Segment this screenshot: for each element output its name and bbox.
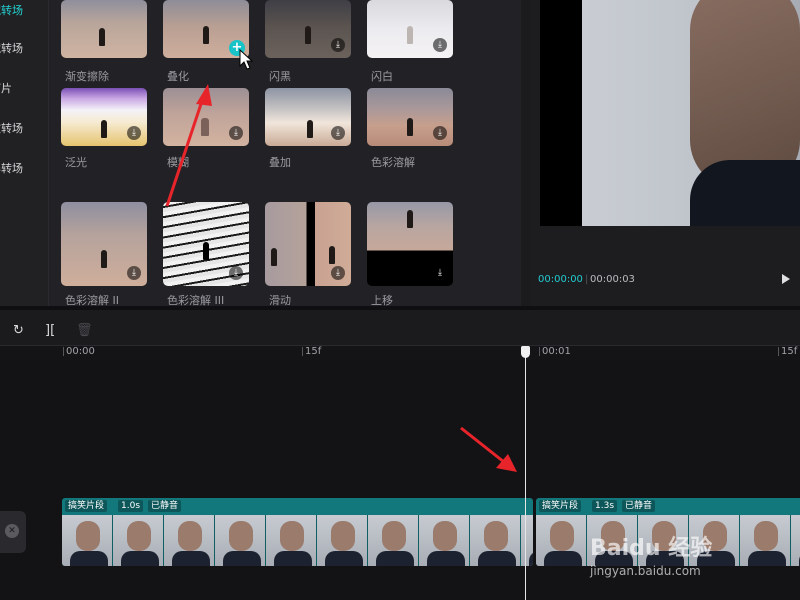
transition-thumbnail [61,0,147,58]
ruler-tick: 15f [777,346,798,357]
transition-label: 渐变擦除 [65,70,109,83]
download-icon[interactable]: ⤓ [331,266,345,280]
ruler-tick: 00:01 [539,346,571,357]
download-icon[interactable]: ⤓ [229,126,243,140]
download-icon[interactable]: ⤓ [433,38,447,52]
transition-label: 泛光 [65,156,87,169]
transition-thumbnail: ⤓ [163,202,249,286]
download-icon[interactable]: ⤓ [229,266,243,280]
preview-panel [530,0,800,306]
clip-name: 搞笑片段 [65,500,108,512]
transition-card[interactable]: ⤓ 叠加 [265,88,351,169]
transition-thumbnail: ⤓ [61,88,147,146]
playhead-handle[interactable] [521,346,530,358]
ruler-tick: 15f [301,346,322,357]
watermark-url: jingyan.baidu.com [590,564,701,578]
sidebar-item-category-2[interactable]: 镜转场 [0,40,48,56]
download-icon[interactable]: ⤓ [127,266,141,280]
transition-label: 上移 [371,294,393,306]
transition-thumbnail: ⤓ [265,88,351,146]
transition-card[interactable]: ⤓ 上移 [367,202,453,306]
video-preview [540,0,800,226]
transition-thumbnail: ⤓ [265,0,351,58]
transition-thumbnail: ⤓ [367,88,453,146]
download-icon[interactable]: ⤓ [127,126,141,140]
transition-label: 滑动 [269,294,291,306]
mute-icon: ✕ [5,524,19,538]
clip-mute-status: 已静音 [622,500,656,512]
clip-mute-status: 已静音 [148,500,182,512]
transition-card[interactable]: + 叠化 [163,0,249,83]
current-timecode: 00:00:00 [538,274,583,285]
transition-label: 色彩溶解 III [167,294,225,306]
timeline-toolbar: ↻ ][ 🗑 [0,306,800,346]
redo-icon[interactable]: ↻ [13,323,24,338]
timecode-separator: | [585,274,589,285]
transition-card[interactable]: ⤓ 滑动 [265,202,351,306]
play-icon[interactable] [782,274,790,284]
playhead-line[interactable] [525,346,526,600]
transition-label: 模糊 [167,156,189,169]
delete-icon[interactable]: 🗑 [76,323,93,338]
track-mute-toggle[interactable]: ✕ [0,511,26,553]
transition-label: 色彩溶解 [371,156,415,169]
transition-thumbnail: ⤓ [367,202,453,286]
transition-grid: 渐变擦除 + 叠化 ⤓ 闪黑 ⤓ 闪白 ⤓ 泛光 ⤓ 模糊 ⤓ 叠加 ⤓ 色彩溶… [49,0,521,306]
sidebar-item-category-4[interactable]: 故转场 [0,120,48,136]
video-clip[interactable]: 搞笑片段 1.0s 已静音 [62,498,533,566]
transition-thumbnail: ⤓ [61,202,147,286]
sidebar-item-category-5[interactable]: 屏转场 [0,160,48,176]
transition-card[interactable]: ⤓ 模糊 [163,88,249,169]
duration-timecode: 00:00:03 [590,274,635,285]
transition-card[interactable]: ⤓ 闪白 [367,0,453,83]
transition-label: 叠加 [269,156,291,169]
download-icon[interactable]: ⤓ [433,126,447,140]
timeline-ruler[interactable]: 00:00 15f 00:01 15f [0,346,800,360]
transition-thumbnail: ⤓ [367,0,453,58]
sidebar-item-category-1[interactable]: 镜转场 [0,2,48,18]
transition-card[interactable]: ⤓ 泛光 [61,88,147,169]
clip-duration: 1.3s [592,500,618,512]
transition-category-sidebar: 镜转场 镜转场 灯片 故转场 屏转场 [0,0,49,306]
download-icon[interactable]: ⤓ [331,126,345,140]
transition-card[interactable]: ⤓ 闪黑 [265,0,351,83]
download-icon[interactable]: ⤓ [331,38,345,52]
clip-frames [62,515,533,566]
transition-card[interactable]: ⤓ 色彩溶解 III [163,202,249,306]
add-transition-button[interactable]: + [229,40,245,56]
transition-thumbnail: + [163,0,249,58]
transition-label: 色彩溶解 II [65,294,119,306]
clip-name: 搞笑片段 [539,500,582,512]
clip-duration: 1.0s [118,500,144,512]
transition-label: 叠化 [167,70,189,83]
download-icon[interactable]: ⤓ [433,266,447,280]
transition-thumbnail: ⤓ [163,88,249,146]
watermark-brand: Baidu 经验 [590,536,713,561]
sidebar-item-category-3[interactable]: 灯片 [0,80,48,96]
transition-card[interactable]: ⤓ 色彩溶解 II [61,202,147,306]
split-icon[interactable]: ][ [45,323,55,338]
person-shoulder [690,160,800,226]
transition-label: 闪黑 [269,70,291,83]
transition-thumbnail: ⤓ [265,202,351,286]
transition-card[interactable]: 渐变擦除 [61,0,147,83]
top-panel: 镜转场 镜转场 灯片 故转场 屏转场 渐变擦除 + 叠化 ⤓ 闪黑 [0,0,800,306]
transition-card[interactable]: ⤓ 色彩溶解 [367,88,453,169]
transition-label: 闪白 [371,70,393,83]
ruler-tick: 00:00 [63,346,95,357]
